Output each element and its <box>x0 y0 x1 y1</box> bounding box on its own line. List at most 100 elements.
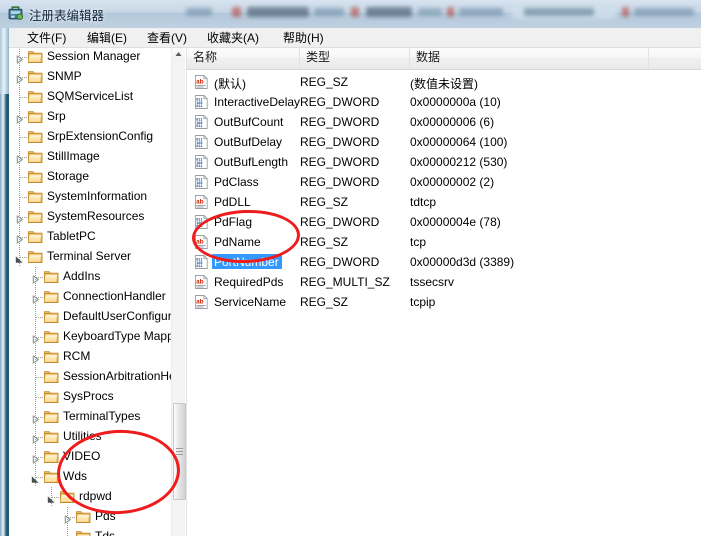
folder-icon <box>44 310 59 324</box>
chevron-down-icon[interactable] <box>31 473 40 482</box>
tree-item-addins[interactable]: AddIns <box>9 267 172 287</box>
chevron-right-icon[interactable] <box>31 413 40 422</box>
value-type: REG_DWORD <box>300 135 379 149</box>
tree-rows-container: Session ManagerSNMPSQMServiceListSrpSrpE… <box>9 47 172 536</box>
chevron-right-icon[interactable] <box>15 153 24 162</box>
chevron-right-icon[interactable] <box>63 513 72 522</box>
value-name[interactable]: PdClass <box>212 174 262 189</box>
tree-item-sysprocs[interactable]: SysProcs <box>9 387 172 407</box>
tree-item-rdpwd[interactable]: rdpwd <box>9 487 172 507</box>
tree-item-tds[interactable]: Tds <box>9 527 172 536</box>
menu-help[interactable]: 帮助(H) <box>277 30 330 46</box>
registry-editor-icon <box>7 5 24 22</box>
chevron-right-icon[interactable] <box>31 293 40 302</box>
column-header-filler[interactable] <box>649 47 701 69</box>
tree-item-utilities[interactable]: Utilities <box>9 427 172 447</box>
value-row[interactable]: abPdNameREG_SZtcp <box>187 232 701 252</box>
value-row[interactable]: abPdDLLREG_SZtdtcp <box>187 192 701 212</box>
value-row[interactable]: ab(默认)REG_SZ(数值未设置) <box>187 72 701 92</box>
chevron-right-icon[interactable] <box>31 273 40 282</box>
chevron-right-icon[interactable] <box>31 453 40 462</box>
chevron-right-icon[interactable] <box>15 213 24 222</box>
value-name[interactable]: PortNumber <box>212 254 282 269</box>
tree-item-pds[interactable]: Pds <box>9 507 172 527</box>
svg-text:ab: ab <box>196 298 204 305</box>
svg-text:011: 011 <box>196 144 202 148</box>
chevron-right-icon[interactable] <box>31 353 40 362</box>
value-name[interactable]: PdDLL <box>212 194 254 209</box>
chevron-down-icon[interactable] <box>15 253 24 262</box>
glass-ghost-artifact <box>524 8 594 16</box>
tree-item-keyboardtype-mappir[interactable]: KeyboardType Mappir <box>9 327 172 347</box>
value-row[interactable]: 011100011PdClassREG_DWORD0x00000002 (2) <box>187 172 701 192</box>
chevron-right-icon[interactable] <box>31 333 40 342</box>
tree-item-srp[interactable]: Srp <box>9 107 172 127</box>
value-row[interactable]: 011100011OutBufDelayREG_DWORD0x00000064 … <box>187 132 701 152</box>
tree-item-snmp[interactable]: SNMP <box>9 67 172 87</box>
tree-item-sqmservicelist[interactable]: SQMServiceList <box>9 87 172 107</box>
tree-item-stillimage[interactable]: StillImage <box>9 147 172 167</box>
tree-item-connectionhandler[interactable]: ConnectionHandler <box>9 287 172 307</box>
registry-key-tree[interactable]: Session ManagerSNMPSQMServiceListSrpSrpE… <box>9 47 187 536</box>
column-header-type[interactable]: 类型 <box>300 47 410 69</box>
value-name[interactable]: OutBufLength <box>212 154 291 169</box>
folder-icon <box>28 210 43 224</box>
value-name[interactable]: OutBufDelay <box>212 134 285 149</box>
tree-item-tabletpc[interactable]: TabletPC <box>9 227 172 247</box>
tree-item-wds[interactable]: Wds <box>9 467 172 487</box>
tree-item-sessionarbitrationhelp[interactable]: SessionArbitrationHelp <box>9 367 172 387</box>
value-name[interactable]: PdFlag <box>212 214 255 229</box>
value-name[interactable]: ServiceName <box>212 294 289 309</box>
tree-item-label: TerminalTypes <box>63 409 140 423</box>
tree-item-label: SystemInformation <box>47 189 147 203</box>
scrollbar-thumb[interactable] <box>173 403 186 500</box>
value-data: tcpip <box>410 295 435 309</box>
column-header-name[interactable]: 名称 <box>187 47 300 69</box>
value-type: REG_SZ <box>300 195 348 209</box>
scroll-up-button[interactable] <box>172 47 185 61</box>
value-row[interactable]: abRequiredPdsREG_MULTI_SZtssecsrv <box>187 272 701 292</box>
value-data: 0x00000212 (530) <box>410 155 507 169</box>
value-name[interactable]: InteractiveDelay <box>212 94 303 109</box>
value-name[interactable]: RequiredPds <box>212 274 286 289</box>
tree-item-terminal-server[interactable]: Terminal Server <box>9 247 172 267</box>
column-header-data[interactable]: 数据 <box>410 47 649 69</box>
tree-item-defaultuserconfigurat[interactable]: DefaultUserConfigurat <box>9 307 172 327</box>
value-name[interactable]: OutBufCount <box>212 114 286 129</box>
chevron-right-icon[interactable] <box>15 73 24 82</box>
menu-edit[interactable]: 编辑(E) <box>81 30 133 46</box>
tree-item-storage[interactable]: Storage <box>9 167 172 187</box>
list-column-headers: 名称 类型 数据 <box>187 47 701 70</box>
menu-favorites[interactable]: 收藏夹(A) <box>201 30 265 46</box>
tree-item-systeminformation[interactable]: SystemInformation <box>9 187 172 207</box>
tree-item-rcm[interactable]: RCM <box>9 347 172 367</box>
chevron-down-icon[interactable] <box>47 493 56 502</box>
tree-item-systemresources[interactable]: SystemResources <box>9 207 172 227</box>
registry-values-list[interactable]: 名称 类型 数据 ab(默认)REG_SZ(数值未设置)011100011Int… <box>187 47 701 536</box>
tree-item-session-manager[interactable]: Session Manager <box>9 47 172 67</box>
svg-text:011: 011 <box>196 184 202 188</box>
value-name[interactable]: (默认) <box>212 74 249 92</box>
string-value-icon: ab <box>194 75 209 89</box>
value-row[interactable]: 011100011OutBufCountREG_DWORD0x00000006 … <box>187 112 701 132</box>
value-name[interactable]: PdName <box>212 234 264 249</box>
value-row[interactable]: 011100011PortNumberREG_DWORD0x00000d3d (… <box>187 252 701 272</box>
tree-guide-line <box>20 137 27 138</box>
binary-value-icon: 011100011 <box>194 255 209 269</box>
chevron-right-icon[interactable] <box>15 233 24 242</box>
value-row[interactable]: abServiceNameREG_SZtcpip <box>187 292 701 312</box>
tree-item-video[interactable]: VIDEO <box>9 447 172 467</box>
tree-item-terminaltypes[interactable]: TerminalTypes <box>9 407 172 427</box>
menu-file[interactable]: 文件(F) <box>21 30 72 46</box>
folder-icon <box>44 470 59 484</box>
menu-view[interactable]: 查看(V) <box>141 30 193 46</box>
tree-vertical-scrollbar[interactable] <box>171 47 185 536</box>
chevron-right-icon[interactable] <box>15 113 24 122</box>
string-value-icon: ab <box>194 275 209 289</box>
chevron-right-icon[interactable] <box>31 433 40 442</box>
value-row[interactable]: 011100011InteractiveDelayREG_DWORD0x0000… <box>187 92 701 112</box>
chevron-right-icon[interactable] <box>15 53 24 62</box>
value-row[interactable]: 011100011OutBufLengthREG_DWORD0x00000212… <box>187 152 701 172</box>
value-row[interactable]: 011100011PdFlagREG_DWORD0x0000004e (78) <box>187 212 701 232</box>
tree-item-srpextensionconfig[interactable]: SrpExtensionConfig <box>9 127 172 147</box>
